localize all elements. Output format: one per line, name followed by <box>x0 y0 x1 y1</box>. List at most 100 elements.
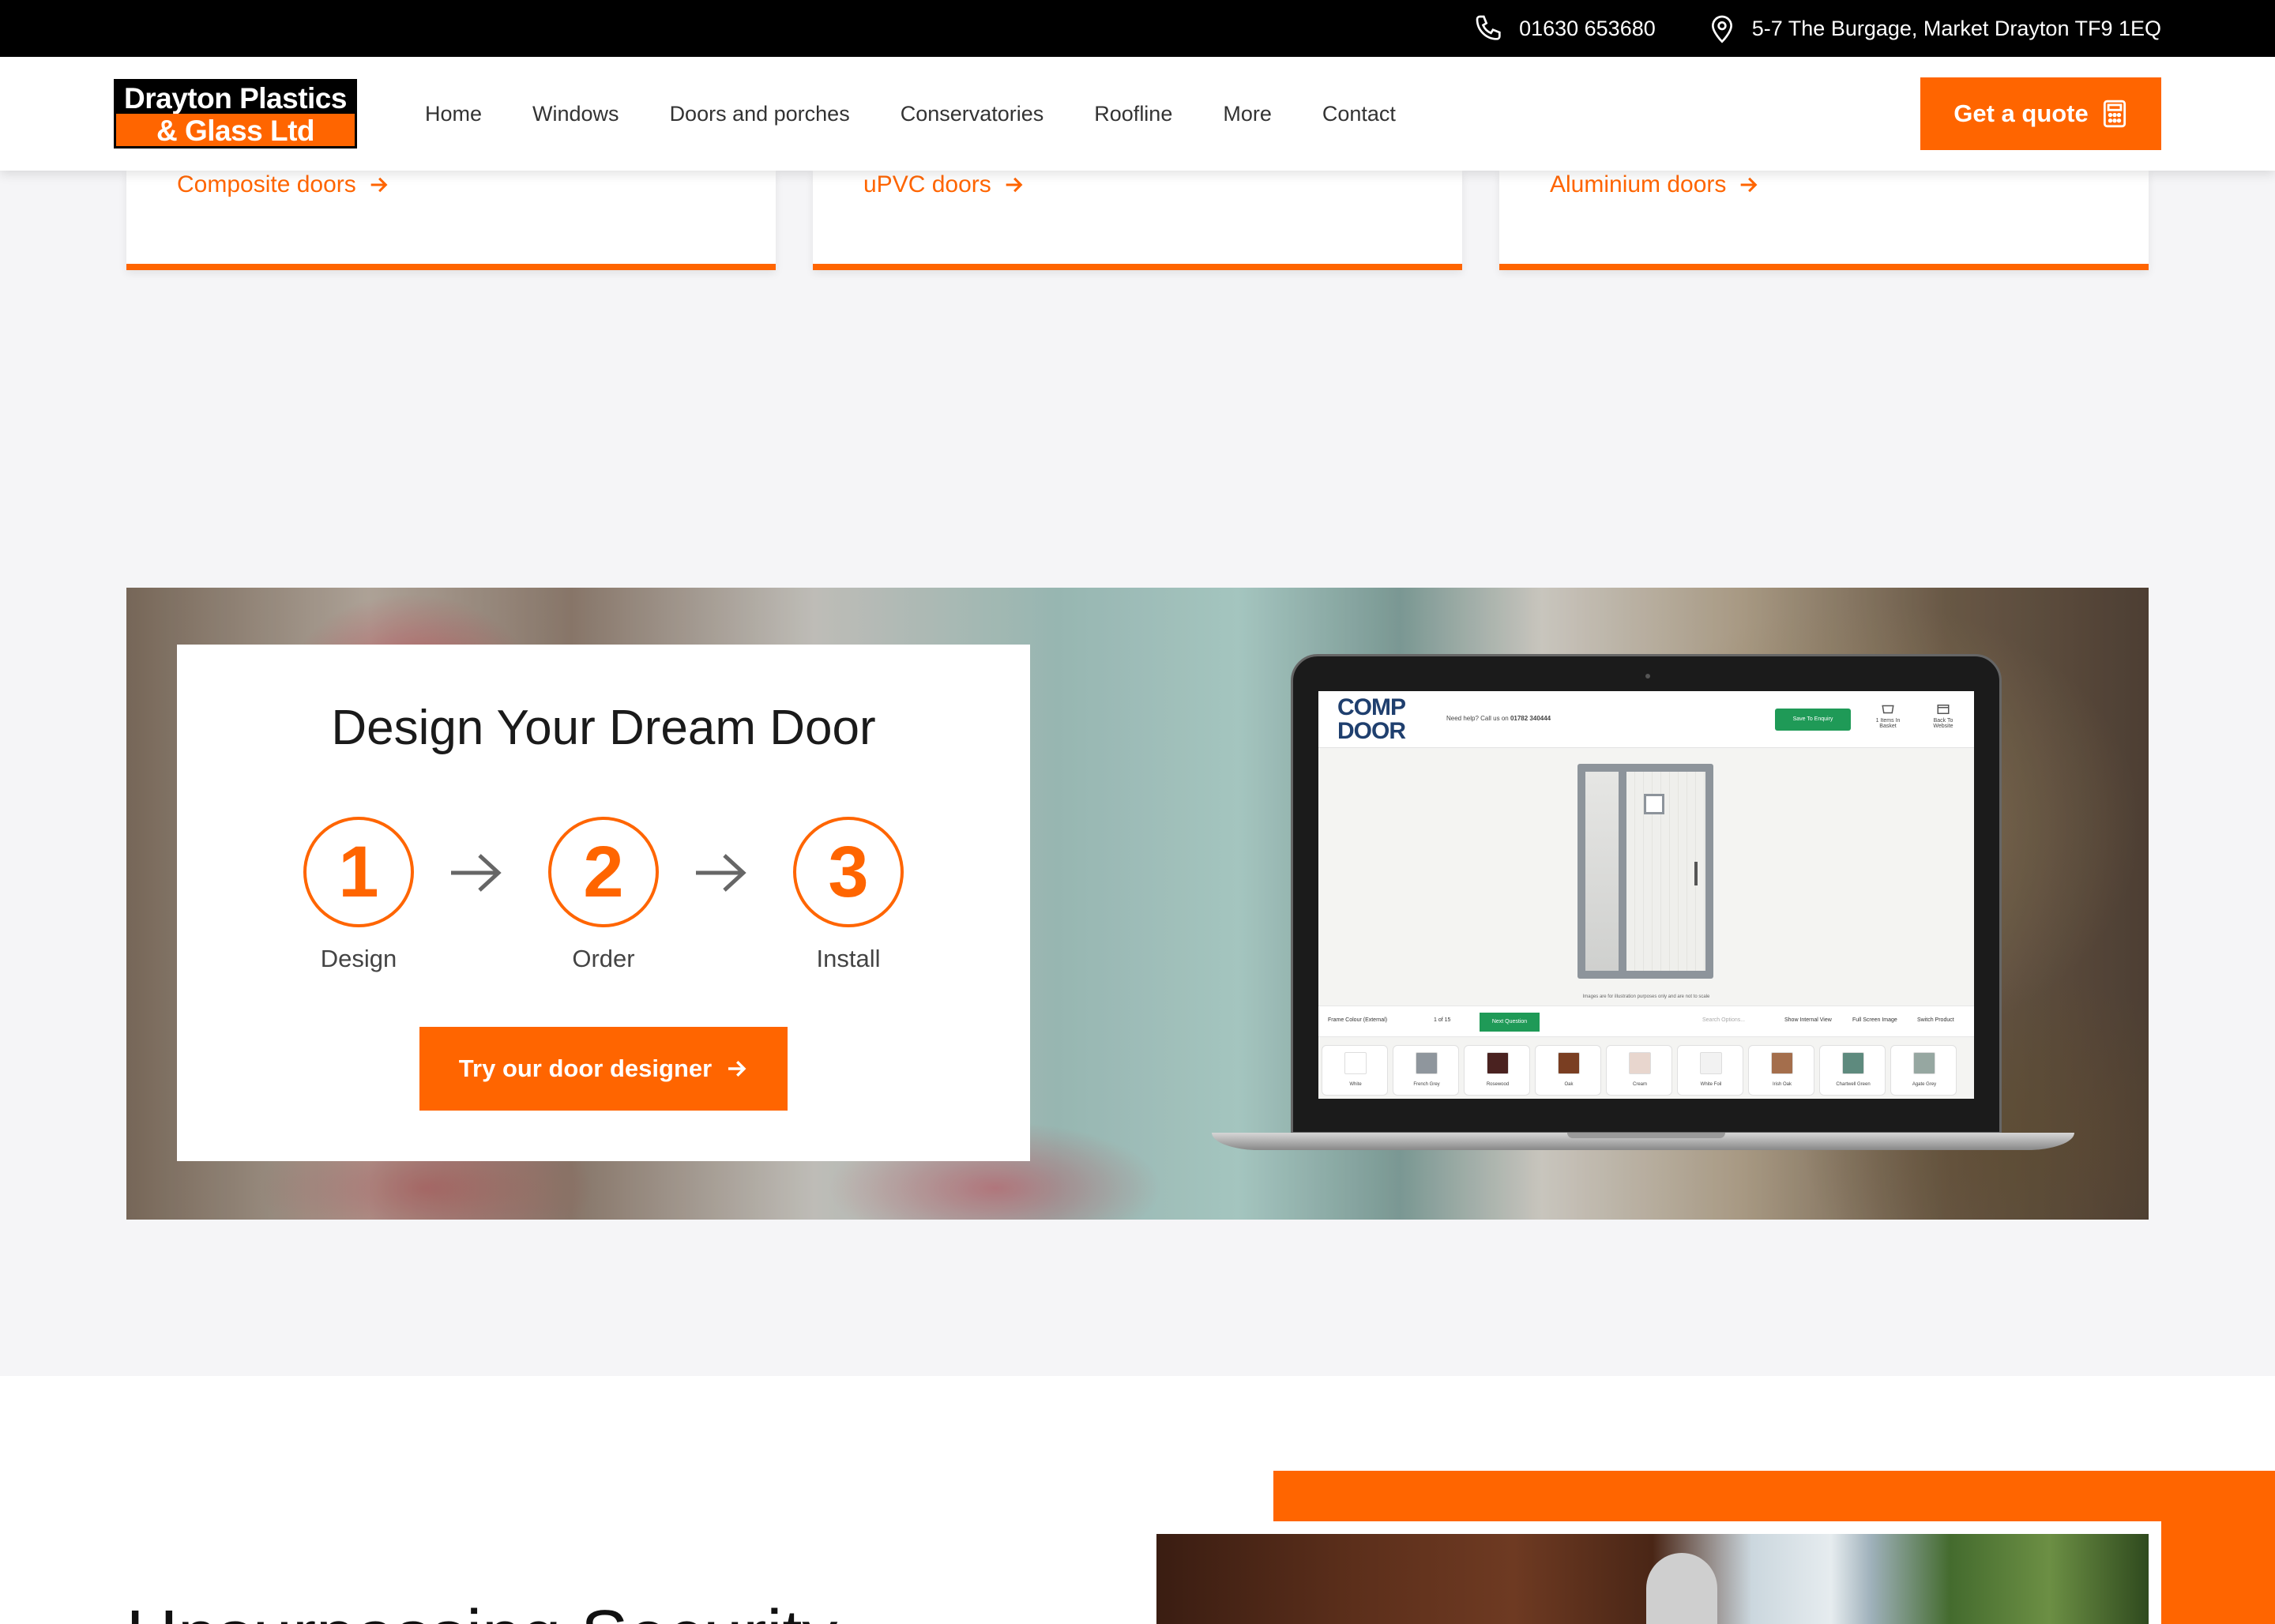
step-label: Design <box>320 945 397 972</box>
map-pin-icon <box>1711 15 1732 43</box>
colour-swatches: White French Grey Rosewood Oak Cream White Fo… <box>1322 1042 1974 1099</box>
question-counter: 1 of 15 <box>1434 1017 1451 1023</box>
arrow-right-icon <box>1741 177 1758 193</box>
swatch-name: White <box>1349 1082 1362 1087</box>
handle-shape <box>1646 1553 1717 1624</box>
door-handle-photo <box>1156 1534 2149 1624</box>
step-label: Order <box>572 945 635 972</box>
help-text: Need help? Call us on <box>1446 715 1509 722</box>
designer-help-text: Need help? Call us on 01782 340444 <box>1446 715 1551 722</box>
swatch-chip <box>1487 1052 1509 1074</box>
swatch-chip <box>1344 1052 1367 1074</box>
colour-swatch: Rosewood <box>1464 1045 1530 1096</box>
door-handle <box>1694 862 1698 885</box>
step-design: 1 Design <box>303 817 414 973</box>
swatch-name: Cream <box>1632 1082 1647 1087</box>
door-preview-image <box>1577 764 1713 979</box>
basket-text: 1 Items In Basket <box>1875 718 1901 729</box>
question-label: Frame Colour (External) <box>1328 1017 1388 1023</box>
colour-swatch: White <box>1322 1045 1388 1096</box>
swatch-chip <box>1629 1052 1651 1074</box>
door-side-panel <box>1585 772 1619 971</box>
nav-more[interactable]: More <box>1223 102 1272 126</box>
nav-roofline[interactable]: Roofline <box>1094 102 1172 126</box>
designer-toolbar: Frame Colour (External) 1 of 15 Next Que… <box>1318 1006 1974 1037</box>
compdoor-logo-line-1: COMP <box>1337 694 1406 720</box>
composite-doors-link[interactable]: Composite doors <box>177 171 389 199</box>
top-contact-bar: 01630 653680 5-7 The Burgage, Market Dra… <box>0 0 2275 57</box>
nav-windows[interactable]: Windows <box>532 102 619 126</box>
get-a-quote-button[interactable]: Get a quote <box>1920 77 2161 150</box>
swatch-name: Rosewood <box>1486 1082 1510 1087</box>
window-icon <box>1937 705 1950 714</box>
laptop-camera <box>1645 674 1650 679</box>
company-logo[interactable]: Drayton Plastics & Glass Ltd <box>114 79 357 148</box>
nav-contact[interactable]: Contact <box>1322 102 1396 126</box>
upvc-doors-card[interactable]: uPVC doors <box>813 171 1462 270</box>
laptop-screen: COMP DOOR Need help? Call us on 01782 34… <box>1318 691 1974 1099</box>
upvc-doors-link[interactable]: uPVC doors <box>863 171 1025 199</box>
designer-app-header: COMP DOOR Need help? Call us on 01782 34… <box>1318 691 1974 748</box>
step-label: Install <box>816 945 881 972</box>
phone-contact[interactable]: 01630 653680 <box>1473 13 1656 44</box>
designer-steps: 1 Design 2 Order 3 Install <box>303 817 904 998</box>
swatch-name: Irish Oak <box>1772 1082 1792 1087</box>
laptop-base <box>1212 1133 2074 1150</box>
swatch-chip <box>1842 1052 1864 1074</box>
swatch-name: Chartwell Green <box>1836 1082 1871 1087</box>
door-glass-pane <box>1644 794 1664 814</box>
arrow-right-icon <box>728 1061 746 1077</box>
colour-swatch: Irish Oak <box>1748 1045 1814 1096</box>
decorative-orange-side <box>2161 1521 2275 1624</box>
compdoor-logo: COMP DOOR <box>1337 694 1406 744</box>
nav-conservatories[interactable]: Conservatories <box>901 102 1044 126</box>
composite-doors-card[interactable]: Composite doors <box>126 171 776 270</box>
security-heading: Unsurpassing Security <box>126 1596 837 1624</box>
quote-button-label: Get a quote <box>1953 100 2089 127</box>
designer-title: Design Your Dream Door <box>331 701 876 755</box>
swatch-name: Agate Grey <box>1912 1082 1937 1087</box>
next-question-button: Next Question <box>1480 1013 1540 1032</box>
compdoor-logo-line-2: DOOR <box>1337 718 1406 744</box>
aluminium-doors-link[interactable]: Aluminium doors <box>1550 171 1759 199</box>
aluminium-doors-card[interactable]: Aluminium doors <box>1499 171 2149 270</box>
step-number: 3 <box>793 817 904 927</box>
step-number: 1 <box>303 817 414 927</box>
colour-swatch: White Foil <box>1677 1045 1743 1096</box>
laptop-lid: COMP DOOR Need help? Call us on 01782 34… <box>1291 654 2002 1134</box>
designer-promo-box: Design Your Dream Door 1 Design 2 Order … <box>177 645 1030 1161</box>
swatch-chip <box>1558 1052 1580 1074</box>
back-to-website: Back To Website <box>1923 702 1963 729</box>
try-door-designer-button[interactable]: Try our door designer <box>419 1027 788 1111</box>
swatch-name: French Grey <box>1413 1082 1440 1087</box>
decorative-orange-bar <box>1273 1471 2275 1521</box>
swatch-name: White Foil <box>1700 1082 1722 1087</box>
nav-doors-and-porches[interactable]: Doors and porches <box>670 102 850 126</box>
card-link-label: Aluminium doors <box>1550 171 1727 197</box>
show-internal-view: Show Internal View <box>1784 1017 1832 1023</box>
colour-swatch: Chartwell Green <box>1819 1045 1886 1096</box>
address-text: 5-7 The Burgage, Market Drayton TF9 1EQ <box>1751 16 2161 40</box>
swatch-chip <box>1771 1052 1793 1074</box>
logo-line-2: & Glass Ltd <box>114 114 357 148</box>
save-to-enquiry-button: Save To Enquiry <box>1775 709 1851 731</box>
laptop-mockup: COMP DOOR Need help? Call us on 01782 34… <box>1212 654 2074 1152</box>
nav-home[interactable]: Home <box>425 102 482 126</box>
colour-swatch: Oak <box>1535 1045 1601 1096</box>
address-contact[interactable]: 5-7 The Burgage, Market Drayton TF9 1EQ <box>1706 13 2161 44</box>
basket-indicator: 1 Items In Basket <box>1868 702 1908 729</box>
site-header: Drayton Plastics & Glass Ltd Home Window… <box>0 57 2275 171</box>
step-order: 2 Order <box>548 817 659 973</box>
colour-swatch: French Grey <box>1393 1045 1459 1096</box>
card-link-label: uPVC doors <box>863 171 991 197</box>
laptop-notch <box>1567 1133 1725 1138</box>
swatch-name: Oak <box>1564 1082 1574 1087</box>
back-text: Back To Website <box>1933 718 1953 729</box>
options-search: Search Options... <box>1702 1017 1746 1023</box>
swatch-chip <box>1416 1052 1438 1074</box>
main-nav: Home Windows Doors and porches Conservat… <box>425 57 1396 171</box>
calculator-icon <box>2103 100 2126 128</box>
logo-line-1: Drayton Plastics <box>114 79 357 115</box>
try-button-label: Try our door designer <box>458 1054 713 1082</box>
help-phone: 01782 340444 <box>1510 715 1551 722</box>
